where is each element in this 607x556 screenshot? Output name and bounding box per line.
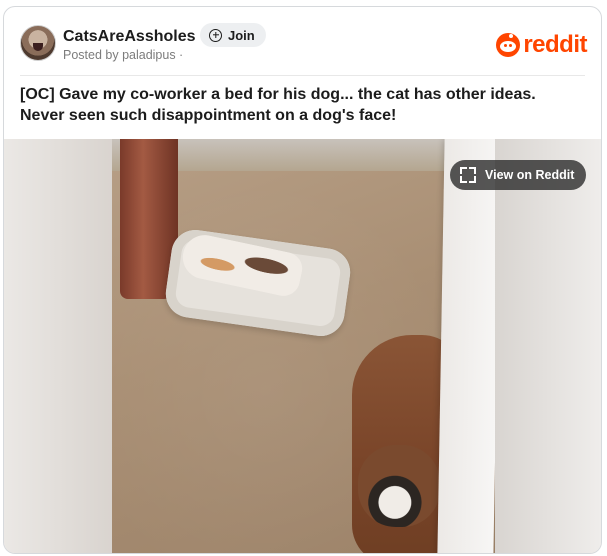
media-blur-left — [4, 139, 112, 553]
post-header: CatsAreAssholes Posted by paladipus · Jo… — [4, 7, 601, 75]
header-divider — [20, 75, 585, 76]
avatar-cat-mouth — [33, 43, 43, 51]
post-photo — [112, 139, 495, 553]
post-title[interactable]: [OC] Gave my co-worker a bed for his dog… — [20, 84, 580, 126]
media-blur-right — [493, 139, 601, 553]
join-label: Join — [228, 27, 255, 43]
reddit-logo-icon — [496, 33, 521, 57]
reddit-logo[interactable]: reddit — [496, 31, 587, 59]
subreddit-name[interactable]: CatsAreAssholes — [63, 28, 196, 46]
photo-door — [437, 139, 495, 553]
expand-icon — [460, 167, 476, 183]
view-on-reddit-button[interactable]: View on Reddit — [450, 160, 587, 190]
posted-by: Posted by paladipus · — [63, 48, 184, 62]
view-on-reddit-label: View on Reddit — [485, 168, 575, 182]
subreddit-avatar[interactable] — [20, 25, 56, 61]
reddit-logo-text: reddit — [523, 31, 587, 58]
plus-circle-icon — [209, 28, 222, 42]
post-media[interactable]: View on Reddit — [4, 139, 601, 553]
reddit-embed-card: CatsAreAssholes Posted by paladipus · Jo… — [3, 6, 602, 554]
photo-dog-face — [358, 445, 440, 527]
join-button[interactable]: Join — [200, 23, 266, 47]
